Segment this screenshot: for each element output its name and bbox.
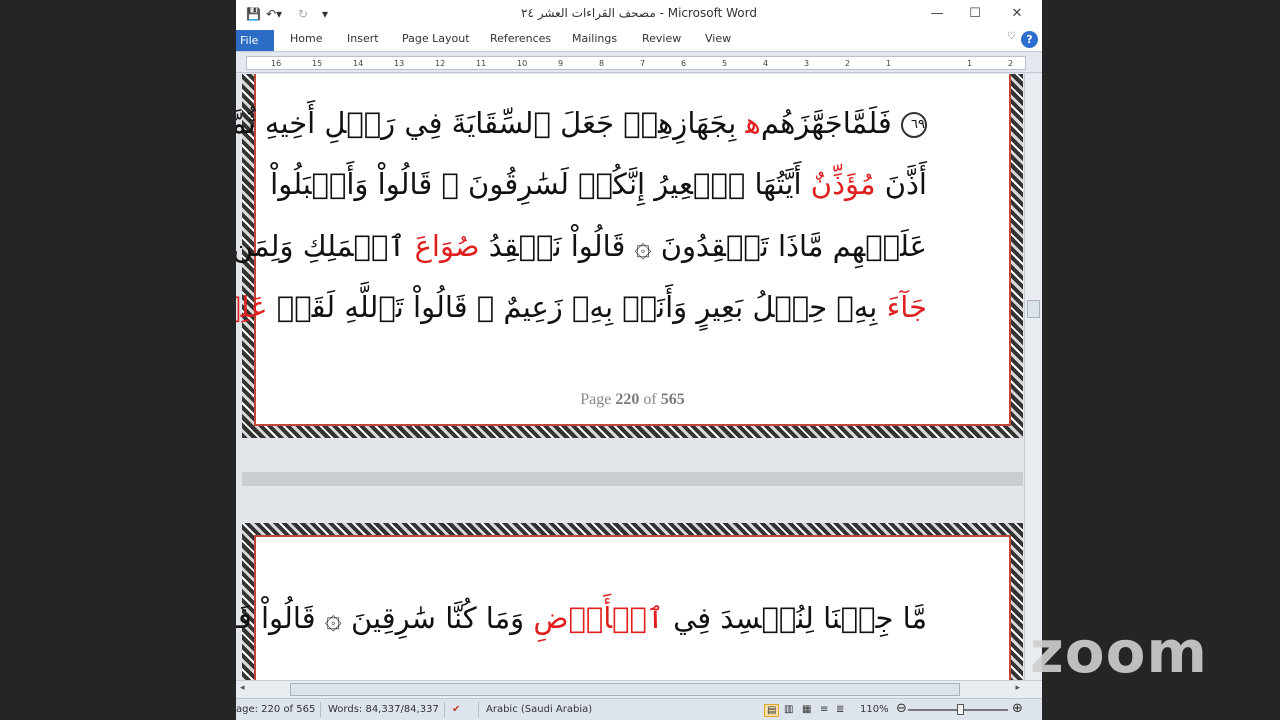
tab-review[interactable]: Review <box>642 32 681 45</box>
web-layout-view-icon[interactable]: ▦ <box>802 704 811 715</box>
ruler-tick: 8 <box>599 59 605 68</box>
draft-view-icon[interactable]: ≣ <box>836 704 844 715</box>
ruler-tick: 6 <box>681 59 687 68</box>
tab-home[interactable]: Home <box>290 32 322 45</box>
close-button[interactable]: ✕ <box>1002 4 1032 24</box>
zoom-watermark: zoom <box>1030 618 1208 686</box>
screen-background: 💾 ↶▾ ↻ ▾ مصحف القراءات العشر ٢٤ - Micros… <box>0 0 1280 720</box>
footer-current-page: 220 <box>615 391 640 408</box>
zoom-out-icon[interactable]: ⊖ <box>896 701 907 716</box>
status-page-count[interactable]: age: 220 of 565 <box>236 704 315 715</box>
ruler-tick: 15 <box>312 59 323 68</box>
quran-line: عَلَيۡهِم مَّاذَا تَفۡقِدُونَ ۞ قَالُواْ… <box>236 229 927 263</box>
outline-view-icon[interactable]: ≡ <box>820 704 828 715</box>
footer-total-pages: 565 <box>660 391 685 408</box>
line-text: ٱلۡمَلِكِ وَلِمَن <box>236 229 415 263</box>
help-icon[interactable]: ? <box>1021 31 1038 48</box>
line-text: مَّاذَا تَفۡقِدُونَ ۞ قَالُواْ نَفۡقِدُ <box>479 229 833 263</box>
ruler-tick: 1 <box>967 59 973 68</box>
document-page[interactable]: مَّا جِئۡنَا لِنُفۡسِدَ فِي ٱلۡأَرۡضِ وَ… <box>236 523 1023 680</box>
tab-page-layout[interactable]: Page Layout <box>402 32 470 45</box>
status-divider <box>478 702 479 717</box>
footer-middle: of <box>639 391 661 408</box>
vertical-scroll-thumb[interactable] <box>1027 300 1040 318</box>
line-text-red: ٱلۡأَرۡضِ <box>533 601 664 635</box>
ruler-tick: 1 <box>886 59 892 68</box>
document-page[interactable]: ٦٩ فَلَمَّاجَهَّزَهُمﻫ بِجَهَازِهِمۡ جَع… <box>236 74 1023 438</box>
ruler-tick: 16 <box>271 59 282 68</box>
line-text: عَلَيۡهِم <box>832 229 927 263</box>
line-text: أَيَّتُهَا ٱلۡعِيرُ إِنَّكُمۡ لَسَٰرِقُو… <box>270 167 811 201</box>
minimize-button[interactable]: — <box>922 4 952 24</box>
proofing-icon[interactable]: ✔ <box>452 704 460 715</box>
line-text-red: عَلِمۡتُم <box>236 290 268 324</box>
line-text: بِجَهَازِهِمۡ جَعَلَ ٱلسِّقَايَةَ فِي رَ… <box>236 106 746 140</box>
word-window: 💾 ↶▾ ↻ ▾ مصحف القراءات العشر ٢٤ - Micros… <box>236 0 1042 720</box>
ruler-tick: 4 <box>763 59 769 68</box>
horizontal-scroll-thumb[interactable] <box>290 683 960 696</box>
document-area[interactable]: ٦٩ فَلَمَّاجَهَّزَهُمﻫ بِجَهَازِهِمۡ جَع… <box>236 74 1042 680</box>
ruler-tick: 9 <box>558 59 564 68</box>
ruler-tick: 2 <box>1008 59 1014 68</box>
ruler-tick: 2 <box>845 59 851 68</box>
line-text-red: جَآءَ <box>886 290 927 324</box>
zoom-slider-knob[interactable] <box>957 704 964 715</box>
ruler-tick: 13 <box>394 59 405 68</box>
quran-line: أَذَّنَ مُؤَذِّنٌ أَيَّتُهَا ٱلۡعِيرُ إِ… <box>270 167 927 201</box>
line-text: أَذَّنَ <box>875 167 927 201</box>
ribbon-collapse-icon[interactable]: ♡ <box>1007 31 1016 42</box>
page-gap-shadow <box>242 472 1023 486</box>
scroll-right-icon[interactable]: ▸ <box>1015 683 1020 693</box>
zoom-level[interactable]: 110% <box>860 704 889 715</box>
line-text: بِهِۦ حِمۡلُ بَعِيرٍ وَأَنَا۠ بِهِۦ زَعِ… <box>267 290 887 324</box>
status-bar: age: 220 of 565 Words: 84,337/84,337 ✔ A… <box>236 698 1042 720</box>
line-text-red: ﻫ <box>745 106 761 140</box>
footer-prefix: Page <box>580 391 616 408</box>
page-number-footer: Page 220 of 565 <box>242 391 1023 409</box>
scroll-left-icon[interactable]: ◂ <box>240 683 245 693</box>
status-language[interactable]: Arabic (Saudi Arabia) <box>486 704 592 715</box>
line-text: فَلَمَّاجَهَّزَهُم <box>760 106 892 140</box>
zoom-in-icon[interactable]: ⊕ <box>1012 701 1023 716</box>
ribbon-tabs: File Home Insert Page Layout References … <box>236 28 1042 52</box>
ruler-scale: 16 15 14 13 12 11 10 9 8 7 6 5 4 3 2 1 1… <box>246 56 1026 70</box>
tab-insert[interactable]: Insert <box>347 32 379 45</box>
line-text-red: صُوَاعَ <box>414 229 480 263</box>
horizontal-ruler[interactable]: 16 15 14 13 12 11 10 9 8 7 6 5 4 3 2 1 1… <box>236 53 1042 73</box>
ruler-tick: 14 <box>353 59 364 68</box>
line-text: وَمَا كُنَّا سَٰرِقِينَ ۞ قَالُواْ فَمَا <box>236 601 534 635</box>
quran-line: مَّا جِئۡنَا لِنُفۡسِدَ فِي ٱلۡأَرۡضِ وَ… <box>236 601 927 635</box>
full-screen-reading-view-icon[interactable]: ▥ <box>784 704 793 715</box>
tab-mailings[interactable]: Mailings <box>572 32 617 45</box>
status-divider <box>444 702 445 717</box>
ruler-tick: 12 <box>435 59 446 68</box>
ruler-tick: 11 <box>476 59 487 68</box>
ruler-tick: 3 <box>804 59 810 68</box>
ayah-number-marker: ٦٩ <box>901 112 927 138</box>
tab-file[interactable]: File <box>236 30 274 51</box>
line-text: مَّا جِئۡنَا لِنُفۡسِدَ فِي <box>663 601 927 635</box>
maximize-button[interactable]: ☐ <box>960 4 990 24</box>
line-text-red: مُؤَذِّنٌ <box>810 167 876 201</box>
print-layout-view-icon[interactable]: ▤ <box>764 704 780 717</box>
horizontal-scrollbar[interactable]: ◂ ▸ <box>236 680 1042 698</box>
status-divider <box>320 702 321 717</box>
ruler-tick: 10 <box>517 59 528 68</box>
tab-view[interactable]: View <box>705 32 731 45</box>
vertical-scrollbar[interactable] <box>1024 74 1042 680</box>
tab-references[interactable]: References <box>490 32 551 45</box>
ruler-tick: 5 <box>722 59 728 68</box>
ruler-tick: 7 <box>640 59 646 68</box>
quran-line: ٦٩ فَلَمَّاجَهَّزَهُمﻫ بِجَهَازِهِمۡ جَع… <box>236 106 927 140</box>
quran-line: جَآءَ بِهِۦ حِمۡلُ بَعِيرٍ وَأَنَا۠ بِهِ… <box>236 290 927 324</box>
status-word-count[interactable]: Words: 84,337/84,337 <box>328 704 439 715</box>
title-bar: 💾 ↶▾ ↻ ▾ مصحف القراءات العشر ٢٤ - Micros… <box>236 0 1042 28</box>
